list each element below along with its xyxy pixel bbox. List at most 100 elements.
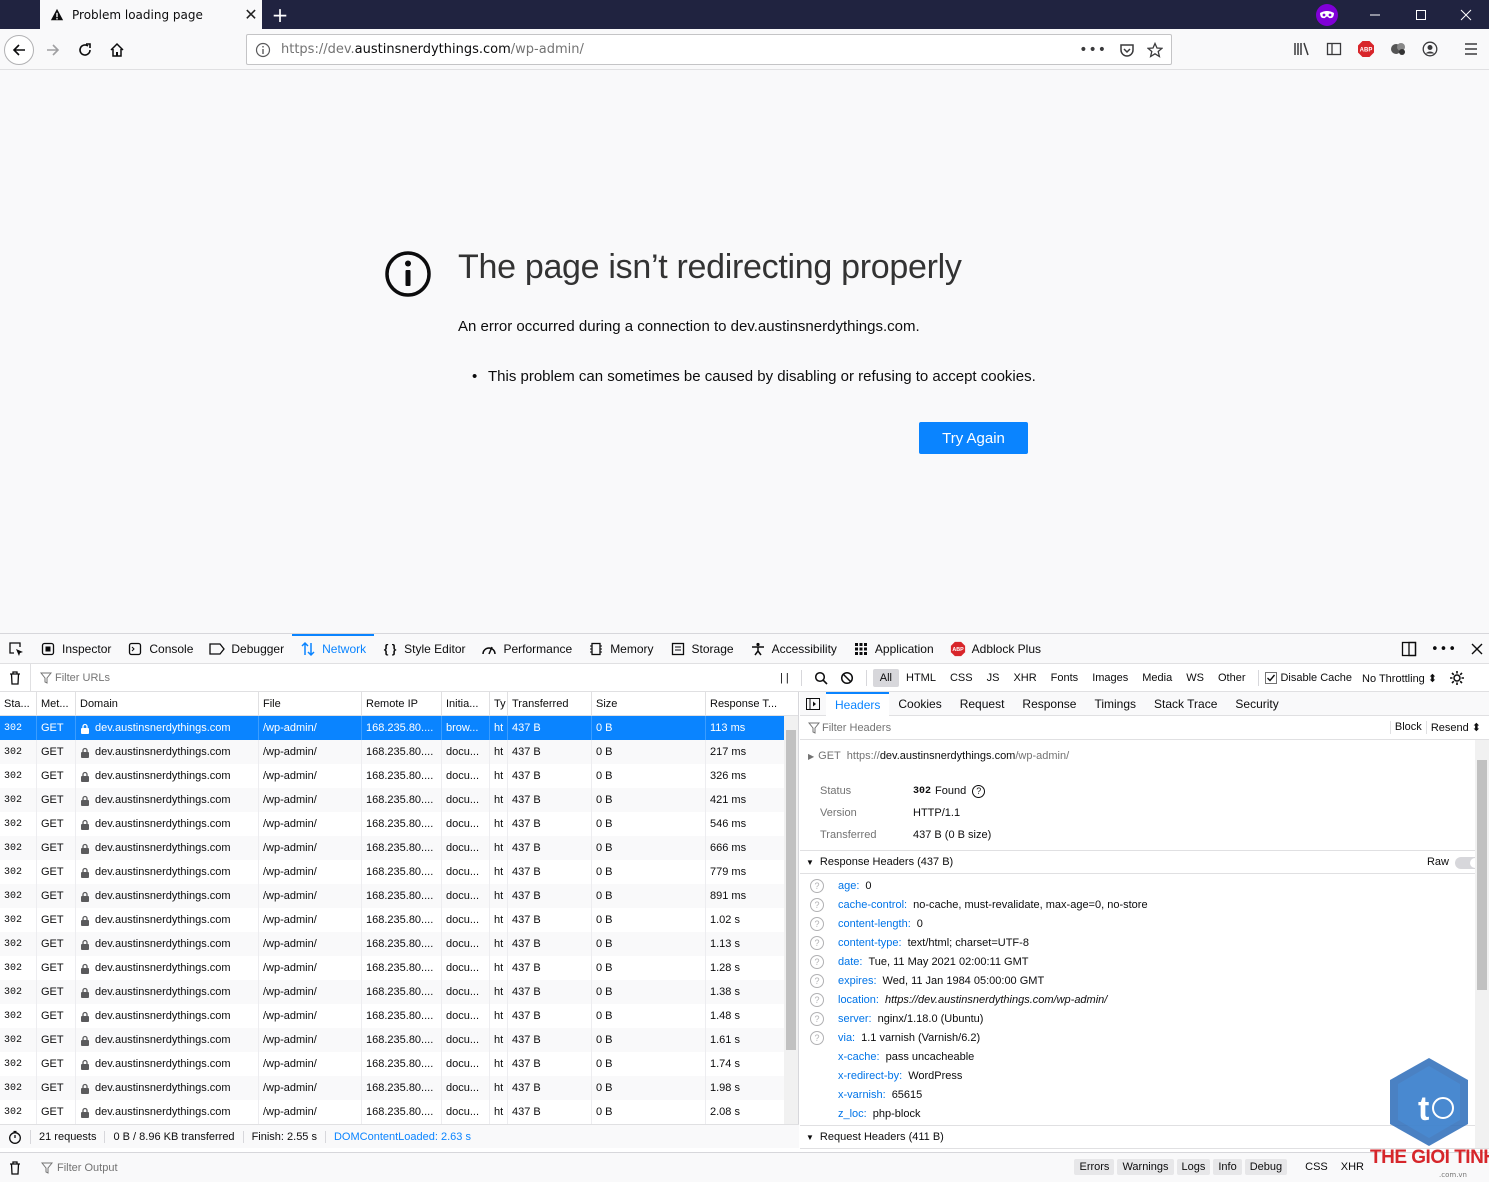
tab-headers[interactable]: Headers bbox=[826, 691, 890, 716]
more-options-icon[interactable]: ••• bbox=[1431, 642, 1457, 657]
url-bar[interactable]: https://dev.austinsnerdythings.com/wp-ad… bbox=[246, 34, 1172, 65]
site-info-icon[interactable] bbox=[255, 42, 271, 58]
help-icon[interactable]: ? bbox=[810, 1030, 824, 1045]
tab-adblock-plus[interactable]: ABP Adblock Plus bbox=[942, 634, 1049, 664]
response-header-row[interactable]: ? location: https://dev.austinsnerdythings… bbox=[800, 990, 1489, 1009]
help-icon[interactable]: ? bbox=[810, 992, 824, 1007]
pause-icon[interactable]: | | bbox=[774, 672, 795, 684]
tab-console[interactable]: Console bbox=[119, 634, 201, 664]
request-list-scrollbar[interactable] bbox=[784, 716, 798, 1124]
filter-urls-input[interactable] bbox=[30, 663, 760, 692]
response-header-row[interactable]: ? via: 1.1 varnish (Varnish/6.2) bbox=[800, 1028, 1489, 1047]
new-tab-button[interactable]: + bbox=[268, 3, 292, 27]
block-button[interactable]: Block bbox=[1389, 721, 1426, 734]
filter-fonts-button[interactable]: Fonts bbox=[1044, 669, 1086, 687]
tab-response[interactable]: Response bbox=[1013, 692, 1085, 716]
request-row[interactable]: 302 GET dev.austinsnerdythings.com/wp-admi… bbox=[0, 932, 798, 956]
console-filter-debug[interactable]: Debug bbox=[1244, 1159, 1288, 1175]
menu-icon[interactable] bbox=[1461, 39, 1481, 59]
adblock-plus-icon[interactable]: ABP bbox=[1356, 39, 1376, 59]
filter-images-button[interactable]: Images bbox=[1085, 669, 1135, 687]
tab-debugger[interactable]: Debugger bbox=[201, 634, 292, 664]
clear-requests-button[interactable] bbox=[0, 670, 30, 685]
request-row[interactable]: 302 GET dev.austinsnerdythings.com/wp-admi… bbox=[0, 836, 798, 860]
collapse-arrow-icon[interactable]: ▼ bbox=[806, 858, 814, 867]
extension-icon[interactable] bbox=[1388, 39, 1408, 59]
response-header-row[interactable]: ? expires: Wed, 11 Jan 1984 05:00:00 GMT bbox=[800, 971, 1489, 990]
help-icon[interactable]: ? bbox=[810, 935, 824, 950]
back-button[interactable] bbox=[4, 35, 34, 65]
response-header-row[interactable]: ? content-type: text/html; charset=UTF-8 bbox=[800, 933, 1489, 952]
help-icon[interactable]: ? bbox=[972, 784, 986, 798]
resend-button[interactable]: Resend ⬍ bbox=[1425, 721, 1485, 734]
request-row[interactable]: 302 GET dev.austinsnerdythings.com/wp-admi… bbox=[0, 860, 798, 884]
tab-inspector[interactable]: Inspector bbox=[32, 634, 119, 664]
close-tab-icon[interactable]: ✕ bbox=[240, 4, 262, 26]
tab-memory[interactable]: Memory bbox=[580, 634, 661, 664]
home-button[interactable] bbox=[102, 35, 132, 65]
request-row[interactable]: 302 GET dev.austinsnerdythings.com/wp-admi… bbox=[0, 740, 798, 764]
help-icon[interactable]: ? bbox=[810, 878, 824, 893]
tab-timings[interactable]: Timings bbox=[1085, 692, 1145, 716]
col-size[interactable]: Size bbox=[592, 692, 706, 715]
request-row[interactable]: 302 GET dev.austinsnerdythings.com/wp-admi… bbox=[0, 764, 798, 788]
filter-xhr-button[interactable]: XHR bbox=[1006, 669, 1043, 687]
clear-console-button[interactable] bbox=[9, 1160, 21, 1175]
expand-arrow-icon[interactable]: ▶ bbox=[808, 752, 814, 761]
tab-performance[interactable]: Performance bbox=[473, 634, 580, 664]
request-summary-line[interactable]: ▶ GET https://dev.austinsnerdythings.com… bbox=[800, 740, 1489, 772]
close-devtools-icon[interactable] bbox=[1471, 643, 1483, 655]
filter-other-button[interactable]: Other bbox=[1211, 669, 1253, 687]
tab-network[interactable]: Network bbox=[292, 633, 375, 664]
reload-button[interactable] bbox=[70, 35, 100, 65]
search-icon[interactable] bbox=[814, 671, 828, 685]
tab-style-editor[interactable]: { } Style Editor bbox=[374, 634, 473, 664]
help-icon[interactable]: ? bbox=[810, 916, 824, 931]
request-row[interactable]: 302 GET dev.austinsnerdythings.com/wp-admi… bbox=[0, 1052, 798, 1076]
filter-media-button[interactable]: Media bbox=[1135, 669, 1179, 687]
tab-security[interactable]: Security bbox=[1226, 692, 1287, 716]
forward-button[interactable] bbox=[38, 35, 68, 65]
help-icon[interactable]: ? bbox=[810, 897, 824, 912]
tab-storage[interactable]: Storage bbox=[662, 634, 742, 664]
response-header-row[interactable]: ? cache-control: no-cache, must-revalidate… bbox=[800, 895, 1489, 914]
request-row[interactable]: 302 GET dev.austinsnerdythings.com/wp-admi… bbox=[0, 908, 798, 932]
help-icon[interactable]: ? bbox=[810, 973, 824, 988]
col-transferred[interactable]: Transferred bbox=[508, 692, 592, 715]
tab-active[interactable]: Problem loading page ✕ bbox=[40, 0, 262, 29]
try-again-button[interactable]: Try Again bbox=[919, 422, 1028, 454]
tab-application[interactable]: Application bbox=[845, 634, 942, 664]
account-icon[interactable] bbox=[1420, 39, 1440, 59]
close-window-button[interactable] bbox=[1443, 0, 1489, 29]
request-row[interactable]: 302 GET dev.austinsnerdythings.com/wp-admi… bbox=[0, 1076, 798, 1100]
toggle-sidebar-icon[interactable] bbox=[800, 692, 826, 716]
response-headers-section[interactable]: ▼ Response Headers (437 B) Raw bbox=[800, 850, 1489, 874]
dock-side-icon[interactable] bbox=[1401, 641, 1417, 657]
filter-all-button[interactable]: All bbox=[872, 669, 900, 687]
request-row[interactable]: 302 GET dev.austinsnerdythings.com/wp-admi… bbox=[0, 884, 798, 908]
console-filter-css[interactable]: CSS bbox=[1300, 1159, 1333, 1175]
col-response-time[interactable]: Response T... bbox=[706, 692, 784, 715]
response-header-row[interactable]: ? date: Tue, 11 May 2021 02:00:11 GMT bbox=[800, 952, 1489, 971]
col-domain[interactable]: Domain bbox=[76, 692, 259, 715]
request-row[interactable]: 302 GET dev.austinsnerdythings.com/wp-admi… bbox=[0, 1004, 798, 1028]
col-method[interactable]: Met... bbox=[37, 692, 76, 715]
throttling-select[interactable]: No Throttling ⬍ bbox=[1362, 672, 1437, 685]
request-row[interactable]: 302 GET dev.austinsnerdythings.com/wp-admi… bbox=[0, 1028, 798, 1052]
filter-js-button[interactable]: JS bbox=[980, 669, 1007, 687]
console-filter-errors[interactable]: Errors bbox=[1074, 1159, 1115, 1175]
request-row[interactable]: 302 GET dev.austinsnerdythings.com/wp-admi… bbox=[0, 1100, 798, 1124]
request-row[interactable]: 302 GET dev.austinsnerdythings.com/wp-admi… bbox=[0, 956, 798, 980]
console-filter-warnings[interactable]: Warnings bbox=[1117, 1159, 1174, 1175]
request-row[interactable]: 302 GET dev.austinsnerdythings.com/wp-admi… bbox=[0, 716, 798, 740]
bookmark-star-icon[interactable] bbox=[1147, 41, 1163, 58]
response-header-row[interactable]: ? server: nginx/1.18.0 (Ubuntu) bbox=[800, 1009, 1489, 1028]
maximize-button[interactable] bbox=[1398, 0, 1444, 29]
tab-cookies[interactable]: Cookies bbox=[889, 692, 950, 716]
collapse-arrow-icon[interactable]: ▼ bbox=[806, 1133, 814, 1142]
filter-ws-button[interactable]: WS bbox=[1179, 669, 1211, 687]
filter-css-button[interactable]: CSS bbox=[943, 669, 980, 687]
pocket-icon[interactable] bbox=[1119, 42, 1135, 58]
filter-output-input[interactable]: Filter Output bbox=[57, 1162, 118, 1174]
response-header-row[interactable]: ? age: 0 bbox=[800, 876, 1489, 895]
